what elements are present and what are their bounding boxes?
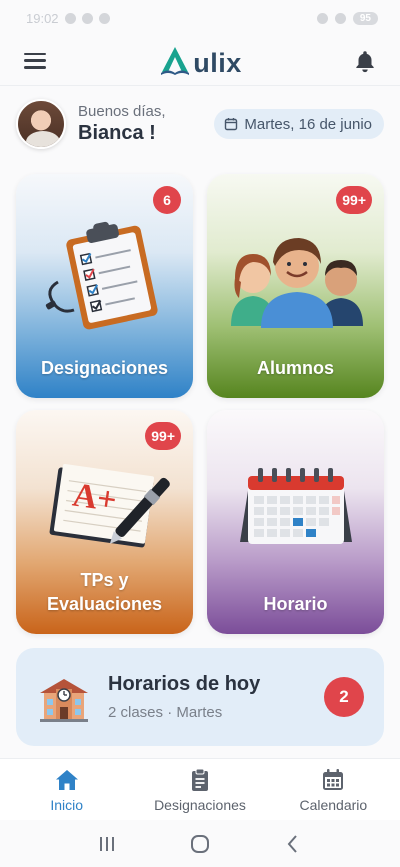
home-circle-icon[interactable] (187, 831, 213, 857)
card-label: TPs y Evaluaciones (16, 568, 193, 616)
card-designaciones[interactable]: 6 Designaciones (16, 174, 193, 398)
system-nav-bar (0, 820, 400, 867)
mute-icon (316, 12, 328, 24)
svg-text:A+: A+ (70, 477, 119, 520)
app-logo: A ulix (158, 44, 242, 78)
card-badge: 6 (153, 186, 181, 214)
status-left: 19:02 (26, 11, 110, 26)
card-label: Horario (263, 594, 328, 614)
logo-mark-icon: A (161, 46, 190, 75)
app-header: A ulix (0, 36, 400, 86)
recents-icon[interactable] (94, 831, 120, 857)
date-chip[interactable]: Martes, 16 de junio (214, 109, 384, 139)
card-label-line2: Evaluaciones (46, 594, 163, 614)
status-right: 95 (316, 11, 378, 25)
telegram-icon (81, 12, 93, 24)
today-text: Horarios de hoy 2 clases · Martes (108, 673, 260, 721)
date-label: Martes, 16 de junio (244, 115, 372, 133)
nav-inicio[interactable]: Inicio (7, 767, 127, 813)
back-icon[interactable] (280, 831, 306, 857)
nav-label: Inicio (50, 796, 83, 813)
students-group-icon (207, 220, 384, 330)
bell-icon[interactable] (352, 48, 378, 74)
avatar[interactable] (16, 99, 66, 149)
greeting-text: Buenos días, Bianca ! (78, 103, 166, 145)
hamburger-menu-icon[interactable] (22, 50, 48, 72)
calendar-small-icon (225, 118, 238, 131)
bottom-nav: Inicio Designaciones Calendario (0, 758, 400, 820)
greeting-section: Buenos días, Bianca ! Martes, 16 de juni… (16, 96, 384, 152)
battery-indicator: 95 (352, 11, 378, 25)
today-schedule-card[interactable]: Horarios de hoy 2 clases · Martes 2 (16, 648, 384, 746)
card-badge: 99+ (145, 422, 181, 450)
greeting-user-name: Bianca ! (78, 122, 156, 144)
notification-dot-icon (64, 12, 76, 24)
greeting-salutation: Buenos días, (78, 103, 166, 120)
main-cards-grid: 6 Designaciones 99+ Alumnos 99+ A+ TPs y… (16, 174, 384, 634)
card-tps-evaluaciones[interactable]: 99+ A+ TPs y Evaluaciones (16, 410, 193, 634)
calendar-icon (323, 768, 344, 790)
nav-label: Designaciones (154, 796, 246, 813)
card-alumnos[interactable]: 99+ Alumnos (207, 174, 384, 398)
today-count-badge: 2 (324, 677, 364, 717)
card-horario[interactable]: Horario (207, 410, 384, 634)
today-subtitle: 2 clases · Martes (108, 704, 223, 721)
clipboard-icon (191, 768, 208, 791)
signal-icon (334, 12, 346, 24)
today-title: Horarios de hoy (108, 673, 261, 695)
clipboard-checklist-icon (16, 220, 193, 330)
status-time: 19:02 (26, 10, 59, 26)
school-building-icon (40, 679, 88, 722)
card-badge: 99+ (336, 186, 372, 214)
card-label: Alumnos (256, 358, 334, 378)
desk-calendar-icon (207, 456, 384, 556)
app-name: ulix (193, 47, 242, 78)
gallery-icon (98, 12, 110, 24)
nav-calendario[interactable]: Calendario (273, 767, 393, 813)
home-icon (55, 769, 78, 790)
status-bar: 19:02 95 (0, 0, 400, 36)
nav-designaciones[interactable]: Designaciones (140, 767, 260, 813)
nav-label: Calendario (299, 796, 368, 813)
svg-text:A: A (175, 68, 176, 71)
card-label: Designaciones (40, 358, 169, 378)
card-label-line1: TPs y (80, 570, 129, 590)
graded-paper-pen-icon: A+ (16, 456, 193, 556)
